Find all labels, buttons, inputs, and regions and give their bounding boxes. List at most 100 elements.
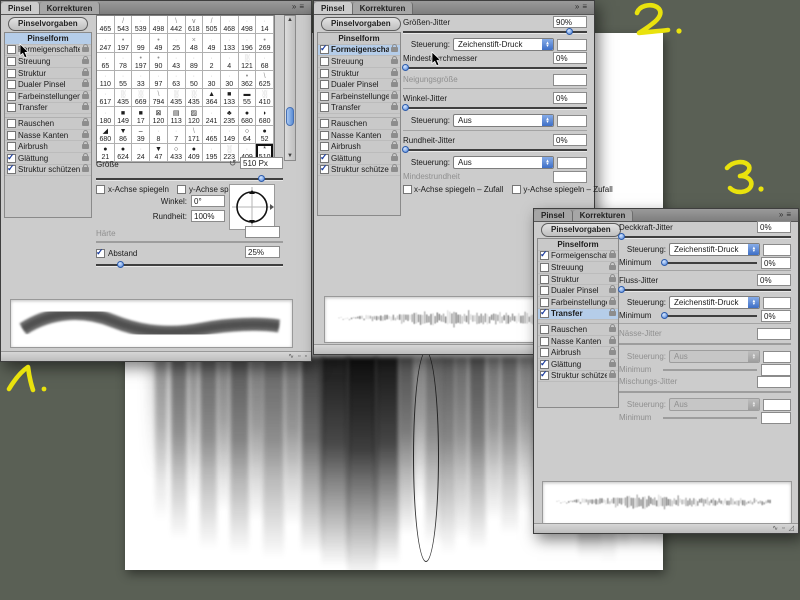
brush-preset-cell[interactable]: ♣ 235 [220,107,239,126]
brush-preset-cell[interactable]: ▼ 47 [150,143,168,162]
steuerung-dropdown[interactable]: Zeichenstift-Druck ▴ ▾ [669,243,761,256]
tab-korrekturen[interactable]: Korrekturen [39,2,101,14]
brush-preset-cell[interactable]: /543 [114,16,133,35]
spacing-field[interactable]: 25% [245,246,280,258]
brush-preset-cell[interactable]: ▲ 364 [203,89,221,108]
sidebar-item-airbrush[interactable]: Airbrush [5,141,91,153]
brush-preset-cell[interactable]: ░ 435 [167,89,186,108]
sidebar-item-nasse-kanten[interactable]: Nasse Kanten [538,335,618,348]
mindestdurchmesser-field[interactable]: 0% [553,52,587,64]
brush-preset-cell[interactable]: ░ 435 [114,89,133,108]
checkbox-rauschen[interactable] [540,324,549,334]
checkbox-formeigenschaften[interactable] [540,249,549,261]
brush-preset-cell[interactable]: \ 171 [185,125,204,144]
dropdown-stepper-icon[interactable]: ▴ ▾ [542,115,553,126]
sidebar-item-formeigenschaften[interactable]: Formeigenschaften [318,43,400,57]
tab-pinsel[interactable]: Pinsel [534,210,573,221]
brush-preset-cell[interactable]: · 63 [167,70,186,89]
scroll-thumb[interactable] [286,106,294,126]
brush-preset-cell[interactable]: · 465 [97,16,115,35]
sidebar-item-dualer-pinsel[interactable]: Dualer Pinsel [318,79,400,91]
minimum-slider[interactable] [660,311,757,319]
brush-preset-cell[interactable]: \ 625 [256,70,274,89]
brush-preset-cell[interactable]: · 49 [203,34,221,53]
checkbox-farbeinstellungen[interactable] [7,91,16,101]
brush-preset-cell[interactable]: · 14 [256,16,274,35]
sidebar-item-pinselform[interactable]: Pinselform [318,33,400,45]
brush-preset-cell[interactable]: ⊠ 120 [150,107,168,126]
angle-roundness-control[interactable] [229,184,275,230]
toggle-preview-icon[interactable]: ∿ [288,353,294,360]
winkel-jitter-slider[interactable] [401,104,587,111]
brush-preset-cell[interactable]: ■ 133 [220,89,239,108]
checkbox-airbrush[interactable] [540,348,549,358]
gr-en-jitter-slider[interactable] [403,28,587,35]
resize-grip-icon[interactable]: ◿ [789,525,794,532]
brush-preset-cell[interactable]: · 498 [150,16,168,35]
steuerung-extra-field[interactable] [763,243,791,256]
checkbox-transfer[interactable] [7,103,16,113]
sidebar-item-pinselform[interactable]: Pinselform [5,33,91,45]
dropdown-stepper-icon[interactable]: ▴ ▾ [748,244,760,255]
x-achse-spiegeln-zufall-checkbox[interactable] [403,185,412,194]
sidebar-item-gl-ttung[interactable]: Glättung [318,152,400,165]
angle-field[interactable]: 0° [191,195,225,207]
brush-preset-cell[interactable]: · 247 [97,34,115,53]
brush-preset-cell[interactable]: ░ 435 [185,89,204,108]
rundheit-jitter-slider[interactable] [401,146,587,153]
fluss-jitter-slider[interactable] [617,286,791,293]
steuerung-extra-field[interactable] [557,38,587,51]
brush-preset-cell[interactable]: · 468 [220,16,239,35]
dropdown-stepper-icon[interactable]: ▴ ▾ [542,39,553,50]
checkbox-farbeinstellungen[interactable] [540,297,549,307]
brush-preset-cell[interactable]: ● 680 [238,107,257,126]
brush-preset-cell[interactable]: • 362 [238,70,257,89]
sidebar-item-farbeinstellungen[interactable]: Farbeinstellungen [318,90,400,103]
panel-menu-icon[interactable]: ≡ [786,210,794,219]
brush-preset-cell[interactable]: • 269 [256,34,274,53]
checkbox-streuung[interactable] [540,262,549,272]
brush-preset-cell[interactable]: · 24 [132,143,151,162]
hardness-field[interactable] [245,226,280,238]
brush-preset-cell[interactable]: · 498 [238,16,257,35]
brush-preset-cell[interactable]: \ 794 [150,89,168,108]
brush-preset-cell[interactable]: · 465 [203,125,221,144]
minimum-slider[interactable] [660,258,757,266]
brush-preset-cell[interactable]: • 197 [114,34,133,53]
checkbox-gl-ttung[interactable] [320,152,329,163]
checkbox-struktur[interactable] [7,68,16,78]
size-reset-icon[interactable]: ↺ [229,158,237,169]
panel-menu-icon[interactable]: ≡ [299,2,307,11]
slider-thumb[interactable] [617,286,625,293]
sidebar-item-airbrush[interactable]: Airbrush [318,141,400,153]
checkbox-airbrush[interactable] [7,142,16,152]
checkbox-airbrush[interactable] [320,142,329,152]
brush-preset-cell[interactable]: · 43 [167,52,186,71]
checkbox-struktur-sch-tzen[interactable] [7,163,16,175]
brush-preset-cell[interactable]: ░ 410 [256,89,274,108]
checkbox-nasse-kanten[interactable] [540,336,549,346]
brush-preset-cell[interactable]: · 97 [150,70,168,89]
brush-preset-cell[interactable]: × 48 [185,34,204,53]
slider-thumb[interactable] [617,233,625,240]
minimum-field[interactable]: 0% [761,256,791,269]
panel-menu-icon[interactable]: ≡ [582,2,590,11]
brush-preset-cell[interactable]: · 110 [97,70,115,89]
brush-preset-cell[interactable]: · 25 [167,34,186,53]
fluss-jitter-field[interactable]: 0% [757,274,791,286]
sidebar-item-struktur[interactable]: Struktur [538,273,618,286]
slider-thumb[interactable] [660,258,668,266]
sidebar-item-rauschen[interactable]: Rauschen [538,323,618,336]
brush-preset-cell[interactable]: ◢ 680 [97,125,115,144]
new-brush-icon[interactable]: ▫ [782,525,784,532]
brush-preset-cell[interactable]: ■ 17 [132,107,151,126]
sidebar-item-struktur-sch-tzen[interactable]: Struktur schützen [538,369,618,383]
slider-thumb[interactable] [117,261,125,268]
flip-y-checkbox[interactable] [177,185,186,194]
winkel-jitter-field[interactable]: 0% [553,92,587,104]
roundness-field[interactable]: 100% [191,210,225,222]
brush-preset-cell[interactable]: ░ 669 [132,89,151,108]
checkbox-streuung[interactable] [320,56,329,66]
brush-preset-cell[interactable]: · 7 [167,125,186,144]
checkbox-transfer[interactable] [540,307,549,319]
